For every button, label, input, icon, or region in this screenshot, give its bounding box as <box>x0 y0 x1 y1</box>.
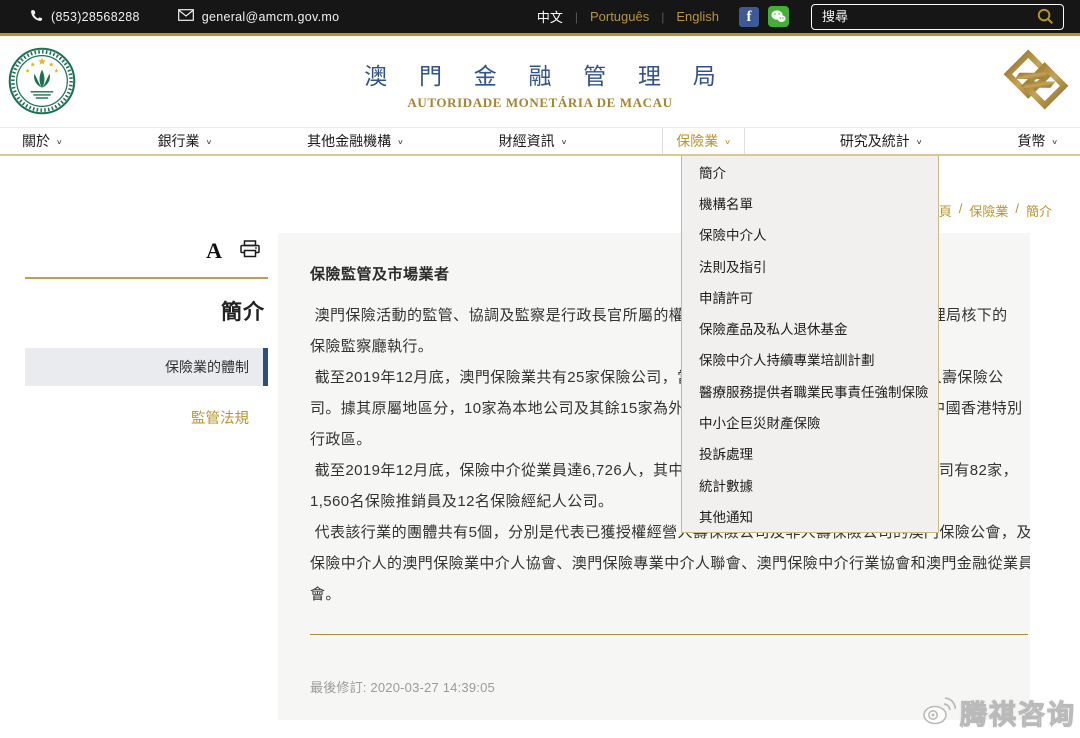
nav-item-label: 銀行業 <box>158 131 200 151</box>
dropdown-item-application-license[interactable]: 申請許可 <box>682 281 938 312</box>
dropdown-item-products-pension-funds[interactable]: 保險產品及私人退休基金 <box>682 312 938 343</box>
topbar-contact: (853)28568288 general@amcm.gov.mo <box>30 9 339 25</box>
dropdown-item-institution-list[interactable]: 機構名單 <box>682 187 938 218</box>
dropdown-item-medical-liability-insurance[interactable]: 醫療服務提供者職業民事責任強制保險 <box>682 375 938 406</box>
nav-item-currency[interactable]: 貨幣 ∨ <box>1017 128 1058 154</box>
chevron-down-icon: ∨ <box>1051 136 1058 146</box>
sidebar-tools: A <box>25 238 268 264</box>
paragraph-line: 保險中介人的澳門保險業中介人協會、澳門保險專業中介人聯會、澳門保險中介行業協會和… <box>310 548 1030 579</box>
site-title-pt: AUTORIDADE MONETÁRIA DE MACAU <box>0 95 1080 111</box>
wechat-icon[interactable] <box>768 6 789 27</box>
dropdown-item-cpd-program[interactable]: 保險中介人持續專業培訓計劃 <box>682 344 938 375</box>
nav-item-insurance[interactable]: 保險業 ∨ <box>662 128 745 154</box>
topbar-tools: 中文 | Português | English f <box>537 4 1064 30</box>
breadcrumb-separator: / <box>1015 201 1019 220</box>
dropdown-item-statistics[interactable]: 統計數據 <box>682 469 938 500</box>
dropdown-item-complaints-handling[interactable]: 投訴處理 <box>682 438 938 469</box>
nav-item-label: 關於 <box>22 131 50 151</box>
dropdown-item-rules-guidelines[interactable]: 法則及指引 <box>682 250 938 281</box>
facebook-icon[interactable]: f <box>739 7 759 27</box>
sidebar-divider <box>25 277 268 279</box>
lang-separator: | <box>575 10 578 24</box>
breadcrumb-current: 簡介 <box>1026 201 1052 220</box>
social-links: f <box>739 6 789 27</box>
topbar: (853)28568288 general@amcm.gov.mo 中文 | P… <box>0 0 1080 36</box>
lang-option-en[interactable]: English <box>676 9 719 24</box>
nav-item-banking[interactable]: 銀行業 ∨ <box>158 128 213 154</box>
sidebar: A 簡介 保險業的體制 監管法規 <box>25 238 268 428</box>
nav-item-financial-info[interactable]: 財經資訊 ∨ <box>499 128 568 154</box>
nav-item-label: 貨幣 <box>1017 131 1045 151</box>
chevron-down-icon: ∨ <box>206 136 213 146</box>
nav-item-label: 研究及統計 <box>840 131 910 151</box>
nav-item-label: 其他金融機構 <box>307 131 391 151</box>
last-modified: 最後修訂: 2020-03-27 14:39:05 <box>310 677 1030 696</box>
phone-contact: (853)28568288 <box>30 9 140 25</box>
phone-icon <box>30 9 43 25</box>
page: (853)28568288 general@amcm.gov.mo 中文 | P… <box>0 0 1080 738</box>
lang-option-pt[interactable]: Português <box>590 9 649 24</box>
phone-number: (853)28568288 <box>51 10 140 24</box>
dropdown-item-intro[interactable]: 簡介 <box>682 156 938 187</box>
breadcrumb-insurance[interactable]: 保險業 <box>969 201 1008 220</box>
site-title: 澳 門 金 融 管 理 局 AUTORIDADE MONETÁRIA DE MA… <box>0 57 1080 111</box>
amcm-mark-logo <box>1002 49 1070 116</box>
dropdown-item-sme-catastrophe-insurance[interactable]: 中小企巨災財產保險 <box>682 406 938 437</box>
dropdown-item-insurance-intermediaries[interactable]: 保險中介人 <box>682 219 938 250</box>
chevron-down-icon: ∨ <box>397 136 404 146</box>
dropdown-item-other-notices[interactable]: 其他通知 <box>682 500 938 531</box>
nav-item-other-financial-institutions[interactable]: 其他金融機構 ∨ <box>307 128 404 154</box>
breadcrumb-separator: / <box>959 201 963 220</box>
nav-item-research-statistics[interactable]: 研究及統計 ∨ <box>840 128 923 154</box>
chevron-down-icon: ∨ <box>916 136 923 146</box>
insurance-dropdown-menu: 簡介 機構名單 保險中介人 法則及指引 申請許可 保險產品及私人退休基金 保險中… <box>681 156 939 533</box>
chevron-down-icon: ∨ <box>724 136 731 146</box>
font-size-button[interactable]: A <box>206 240 222 262</box>
print-button[interactable] <box>240 240 260 263</box>
breadcrumb: 主頁 / 保險業 / 簡介 <box>926 201 1052 220</box>
chevron-down-icon: ∨ <box>56 136 63 146</box>
email-icon <box>178 9 194 24</box>
site-title-zh: 澳 門 金 融 管 理 局 <box>13 57 1080 91</box>
nav-item-label: 保險業 <box>676 131 718 151</box>
nav-item-label: 財經資訊 <box>499 131 555 151</box>
search-box <box>811 4 1064 30</box>
sidebar-item-insurance-system[interactable]: 保險業的體制 <box>25 348 268 386</box>
main-nav: 關於 ∨ 銀行業 ∨ 其他金融機構 ∨ 財經資訊 ∨ 保險業 ∨ 研究及統計 ∨… <box>0 127 1080 156</box>
sidebar-section-title: 簡介 <box>25 296 268 326</box>
sidebar-item-regulations[interactable]: 監管法規 <box>25 407 268 428</box>
content-divider <box>310 634 1028 635</box>
header: 澳 門 金 融 管 理 局 AUTORIDADE MONETÁRIA DE MA… <box>0 39 1080 127</box>
paragraph-line: 會。 <box>310 579 1030 610</box>
email-address: general@amcm.gov.mo <box>202 10 340 24</box>
chevron-down-icon: ∨ <box>561 136 568 146</box>
search-input[interactable] <box>822 9 1037 24</box>
search-icon[interactable] <box>1037 8 1054 25</box>
lang-separator: | <box>661 10 664 24</box>
nav-item-about[interactable]: 關於 ∨ <box>22 128 63 154</box>
email-link[interactable]: general@amcm.gov.mo <box>178 9 340 24</box>
printer-icon <box>240 240 260 263</box>
lang-option-zh[interactable]: 中文 <box>537 7 563 26</box>
